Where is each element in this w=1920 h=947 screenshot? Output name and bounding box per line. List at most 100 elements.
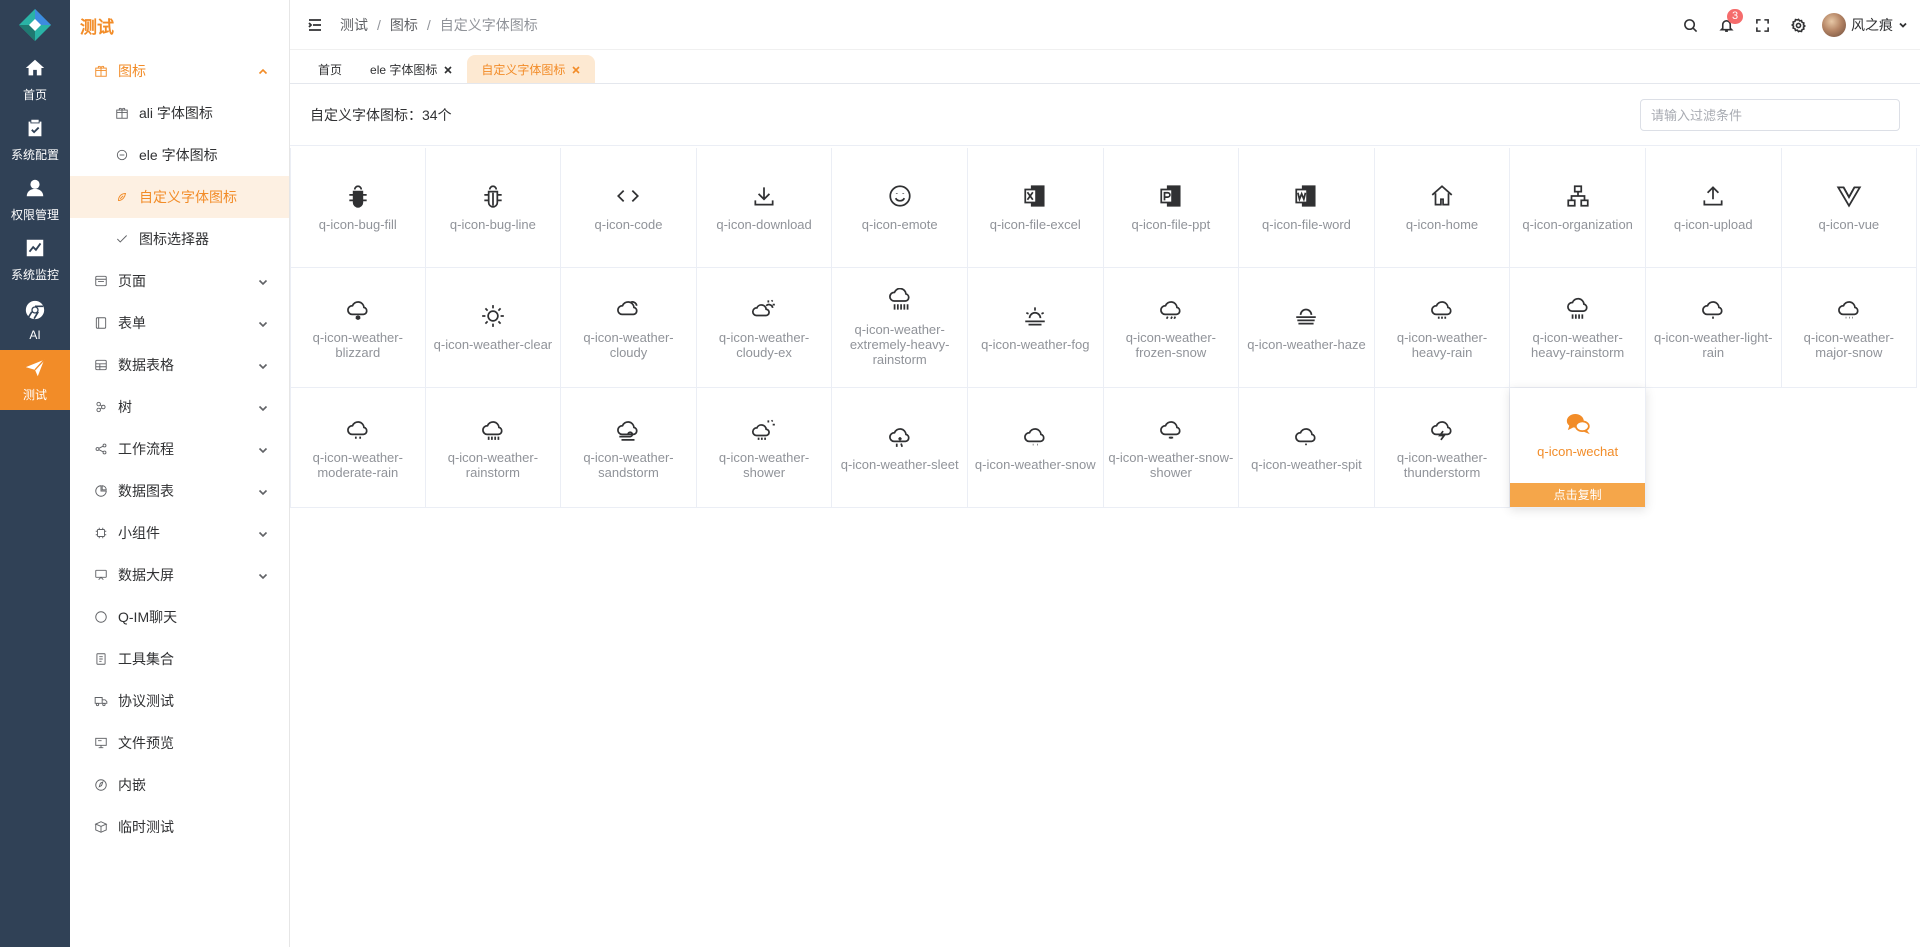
search-button[interactable] bbox=[1672, 0, 1708, 50]
menu-item[interactable]: 文件预览 bbox=[70, 722, 289, 764]
tab-item[interactable]: 自定义字体图标 bbox=[467, 55, 596, 83]
icon-card[interactable]: q-icon-download bbox=[696, 148, 833, 268]
chevron-down-icon bbox=[257, 569, 269, 581]
menu-item[interactable]: 页面 bbox=[70, 260, 289, 302]
menu-item[interactable]: 数据大屏 bbox=[70, 554, 289, 596]
gift-icon bbox=[94, 64, 108, 78]
weather-cloudy-icon bbox=[615, 296, 641, 322]
icon-card[interactable]: q-icon-code bbox=[561, 148, 697, 268]
menu-item[interactable]: 工作流程 bbox=[70, 428, 289, 470]
icon-card[interactable]: q-icon-emote bbox=[832, 148, 968, 268]
icon-card[interactable]: q-icon-weather-heavy-rainstorm bbox=[1510, 268, 1646, 388]
icon-card-name: q-icon-weather-cloudy-ex bbox=[718, 329, 810, 360]
chevron-down-icon bbox=[1898, 17, 1908, 33]
rail-item[interactable]: 测试 bbox=[0, 350, 70, 410]
app-logo[interactable] bbox=[0, 0, 70, 50]
content-toolbar: 自定义字体图标：34个 bbox=[290, 84, 1920, 146]
icon-card[interactable]: q-icon-weather-shower bbox=[696, 388, 833, 508]
icon-card[interactable]: q-icon-bug-fill bbox=[290, 148, 426, 268]
menu-item[interactable]: 数据图表 bbox=[70, 470, 289, 512]
icon-card[interactable]: q-icon-weather-moderate-rain bbox=[290, 388, 426, 508]
user-icon bbox=[24, 177, 46, 202]
rail-item[interactable]: AI bbox=[0, 290, 70, 350]
tab-label: 自定义字体图标 bbox=[481, 62, 566, 77]
icon-card[interactable]: q-icon-home bbox=[1374, 148, 1511, 268]
menu-item[interactable]: 小组件 bbox=[70, 512, 289, 554]
icon-card[interactable]: q-icon-weather-light-rain bbox=[1645, 268, 1782, 388]
icon-card[interactable]: q-icon-file-ppt bbox=[1103, 148, 1240, 268]
menu-item[interactable]: Q-IM聊天 bbox=[70, 596, 289, 638]
icon-card[interactable]: q-icon-bug-line bbox=[425, 148, 562, 268]
menu-item[interactable]: 临时测试 bbox=[70, 806, 289, 848]
icon-card[interactable]: q-icon-weather-blizzard bbox=[290, 268, 426, 388]
download-icon bbox=[751, 183, 777, 209]
page-icon bbox=[94, 274, 108, 288]
clipboard-icon bbox=[24, 117, 46, 142]
icon-card-name: q-icon-weather-fog bbox=[981, 337, 1090, 352]
close-icon[interactable] bbox=[571, 64, 581, 74]
menu-item[interactable]: 图标 bbox=[70, 50, 289, 92]
icon-card[interactable]: q-icon-weather-snow bbox=[967, 388, 1104, 508]
menu-item-label: 图标选择器 bbox=[139, 231, 209, 247]
icon-grid: q-icon-bug-fill q-icon-bug-line q-icon-c… bbox=[290, 148, 1920, 508]
icon-card[interactable]: q-icon-weather-spit bbox=[1239, 388, 1375, 508]
notification-button[interactable]: 3 bbox=[1708, 0, 1744, 50]
tab-item[interactable]: 首页 bbox=[304, 55, 356, 83]
menu-item[interactable]: 表单 bbox=[70, 302, 289, 344]
weather-snow-icon bbox=[1022, 423, 1048, 449]
menu-item[interactable]: 数据表格 bbox=[70, 344, 289, 386]
icon-card[interactable]: q-icon-weather-snow-shower bbox=[1103, 388, 1240, 508]
icon-card[interactable]: q-icon-weather-heavy-rain bbox=[1374, 268, 1511, 388]
weather-sleet-icon bbox=[887, 423, 913, 449]
icon-card[interactable]: q-icon-weather-sandstorm bbox=[561, 388, 697, 508]
icon-card[interactable]: q-icon-weather-cloudy bbox=[561, 268, 697, 388]
tab-item[interactable]: ele 字体图标 bbox=[356, 55, 467, 83]
menu-item[interactable]: 协议测试 bbox=[70, 680, 289, 722]
menu-item[interactable]: 树 bbox=[70, 386, 289, 428]
breadcrumb-item[interactable]: 图标 bbox=[390, 15, 418, 35]
submenu-item[interactable]: 自定义字体图标 bbox=[70, 176, 289, 218]
menu-title: 测试 bbox=[80, 17, 114, 37]
logo-icon bbox=[19, 9, 51, 41]
icon-card[interactable]: q-icon-weather-haze bbox=[1239, 268, 1375, 388]
breadcrumb-separator: / bbox=[377, 16, 381, 33]
rail-item[interactable]: 系统监控 bbox=[0, 230, 70, 290]
icon-card[interactable]: q-icon-weather-major-snow bbox=[1781, 268, 1918, 388]
icon-card[interactable]: q-icon-weather-fog bbox=[967, 268, 1104, 388]
icon-card[interactable]: q-icon-weather-clear bbox=[425, 268, 562, 388]
icon-card[interactable]: q-icon-weather-rainstorm bbox=[425, 388, 562, 508]
chrome-icon bbox=[24, 299, 46, 324]
hamburger-toggle[interactable] bbox=[290, 17, 340, 33]
rail-item[interactable]: 系统配置 bbox=[0, 110, 70, 170]
submenu-item[interactable]: ali 字体图标 bbox=[70, 92, 289, 134]
submenu-item[interactable]: 图标选择器 bbox=[70, 218, 289, 260]
icon-card[interactable]: q-icon-upload bbox=[1645, 148, 1782, 268]
breadcrumb-item[interactable]: 测试 bbox=[340, 15, 368, 35]
icon-card-name: q-icon-upload bbox=[1673, 217, 1753, 232]
fullscreen-button[interactable] bbox=[1744, 0, 1780, 50]
top-header: 测试 / 图标 / 自定义字体图标 3 风之痕 bbox=[290, 0, 1920, 50]
icon-card[interactable]: q-icon-weather-cloudy-ex bbox=[696, 268, 833, 388]
icon-card[interactable]: q-icon-weather-thunderstorm bbox=[1374, 388, 1511, 508]
icon-card[interactable]: q-icon-file-excel bbox=[967, 148, 1104, 268]
icon-card[interactable]: q-icon-weather-extremely-heavy-rainstorm bbox=[832, 268, 968, 388]
copy-button[interactable]: 点击复制 bbox=[1510, 483, 1645, 507]
icon-card-name: q-icon-weather-haze bbox=[1247, 337, 1366, 352]
icon-card[interactable]: q-icon-weather-frozen-snow bbox=[1103, 268, 1240, 388]
breadcrumb: 测试 / 图标 / 自定义字体图标 bbox=[340, 15, 538, 35]
icon-card[interactable]: q-icon-weather-sleet bbox=[832, 388, 968, 508]
icon-card[interactable]: q-icon-vue bbox=[1781, 148, 1918, 268]
user-menu[interactable]: 风之痕 bbox=[1822, 13, 1908, 37]
settings-button[interactable] bbox=[1780, 0, 1816, 50]
icon-card[interactable]: q-icon-file-word bbox=[1239, 148, 1375, 268]
rail-item[interactable]: 权限管理 bbox=[0, 170, 70, 230]
icon-card[interactable]: q-icon-wechat 点击复制 bbox=[1510, 388, 1646, 508]
icon-card[interactable]: q-icon-organization bbox=[1510, 148, 1646, 268]
close-icon[interactable] bbox=[443, 64, 453, 74]
filter-input[interactable] bbox=[1640, 99, 1900, 131]
submenu-item[interactable]: ele 字体图标 bbox=[70, 134, 289, 176]
menu-item[interactable]: 工具集合 bbox=[70, 638, 289, 680]
rail-item[interactable]: 首页 bbox=[0, 50, 70, 110]
menu-item[interactable]: 内嵌 bbox=[70, 764, 289, 806]
icon-card-name: q-icon-weather-sleet bbox=[840, 457, 959, 472]
